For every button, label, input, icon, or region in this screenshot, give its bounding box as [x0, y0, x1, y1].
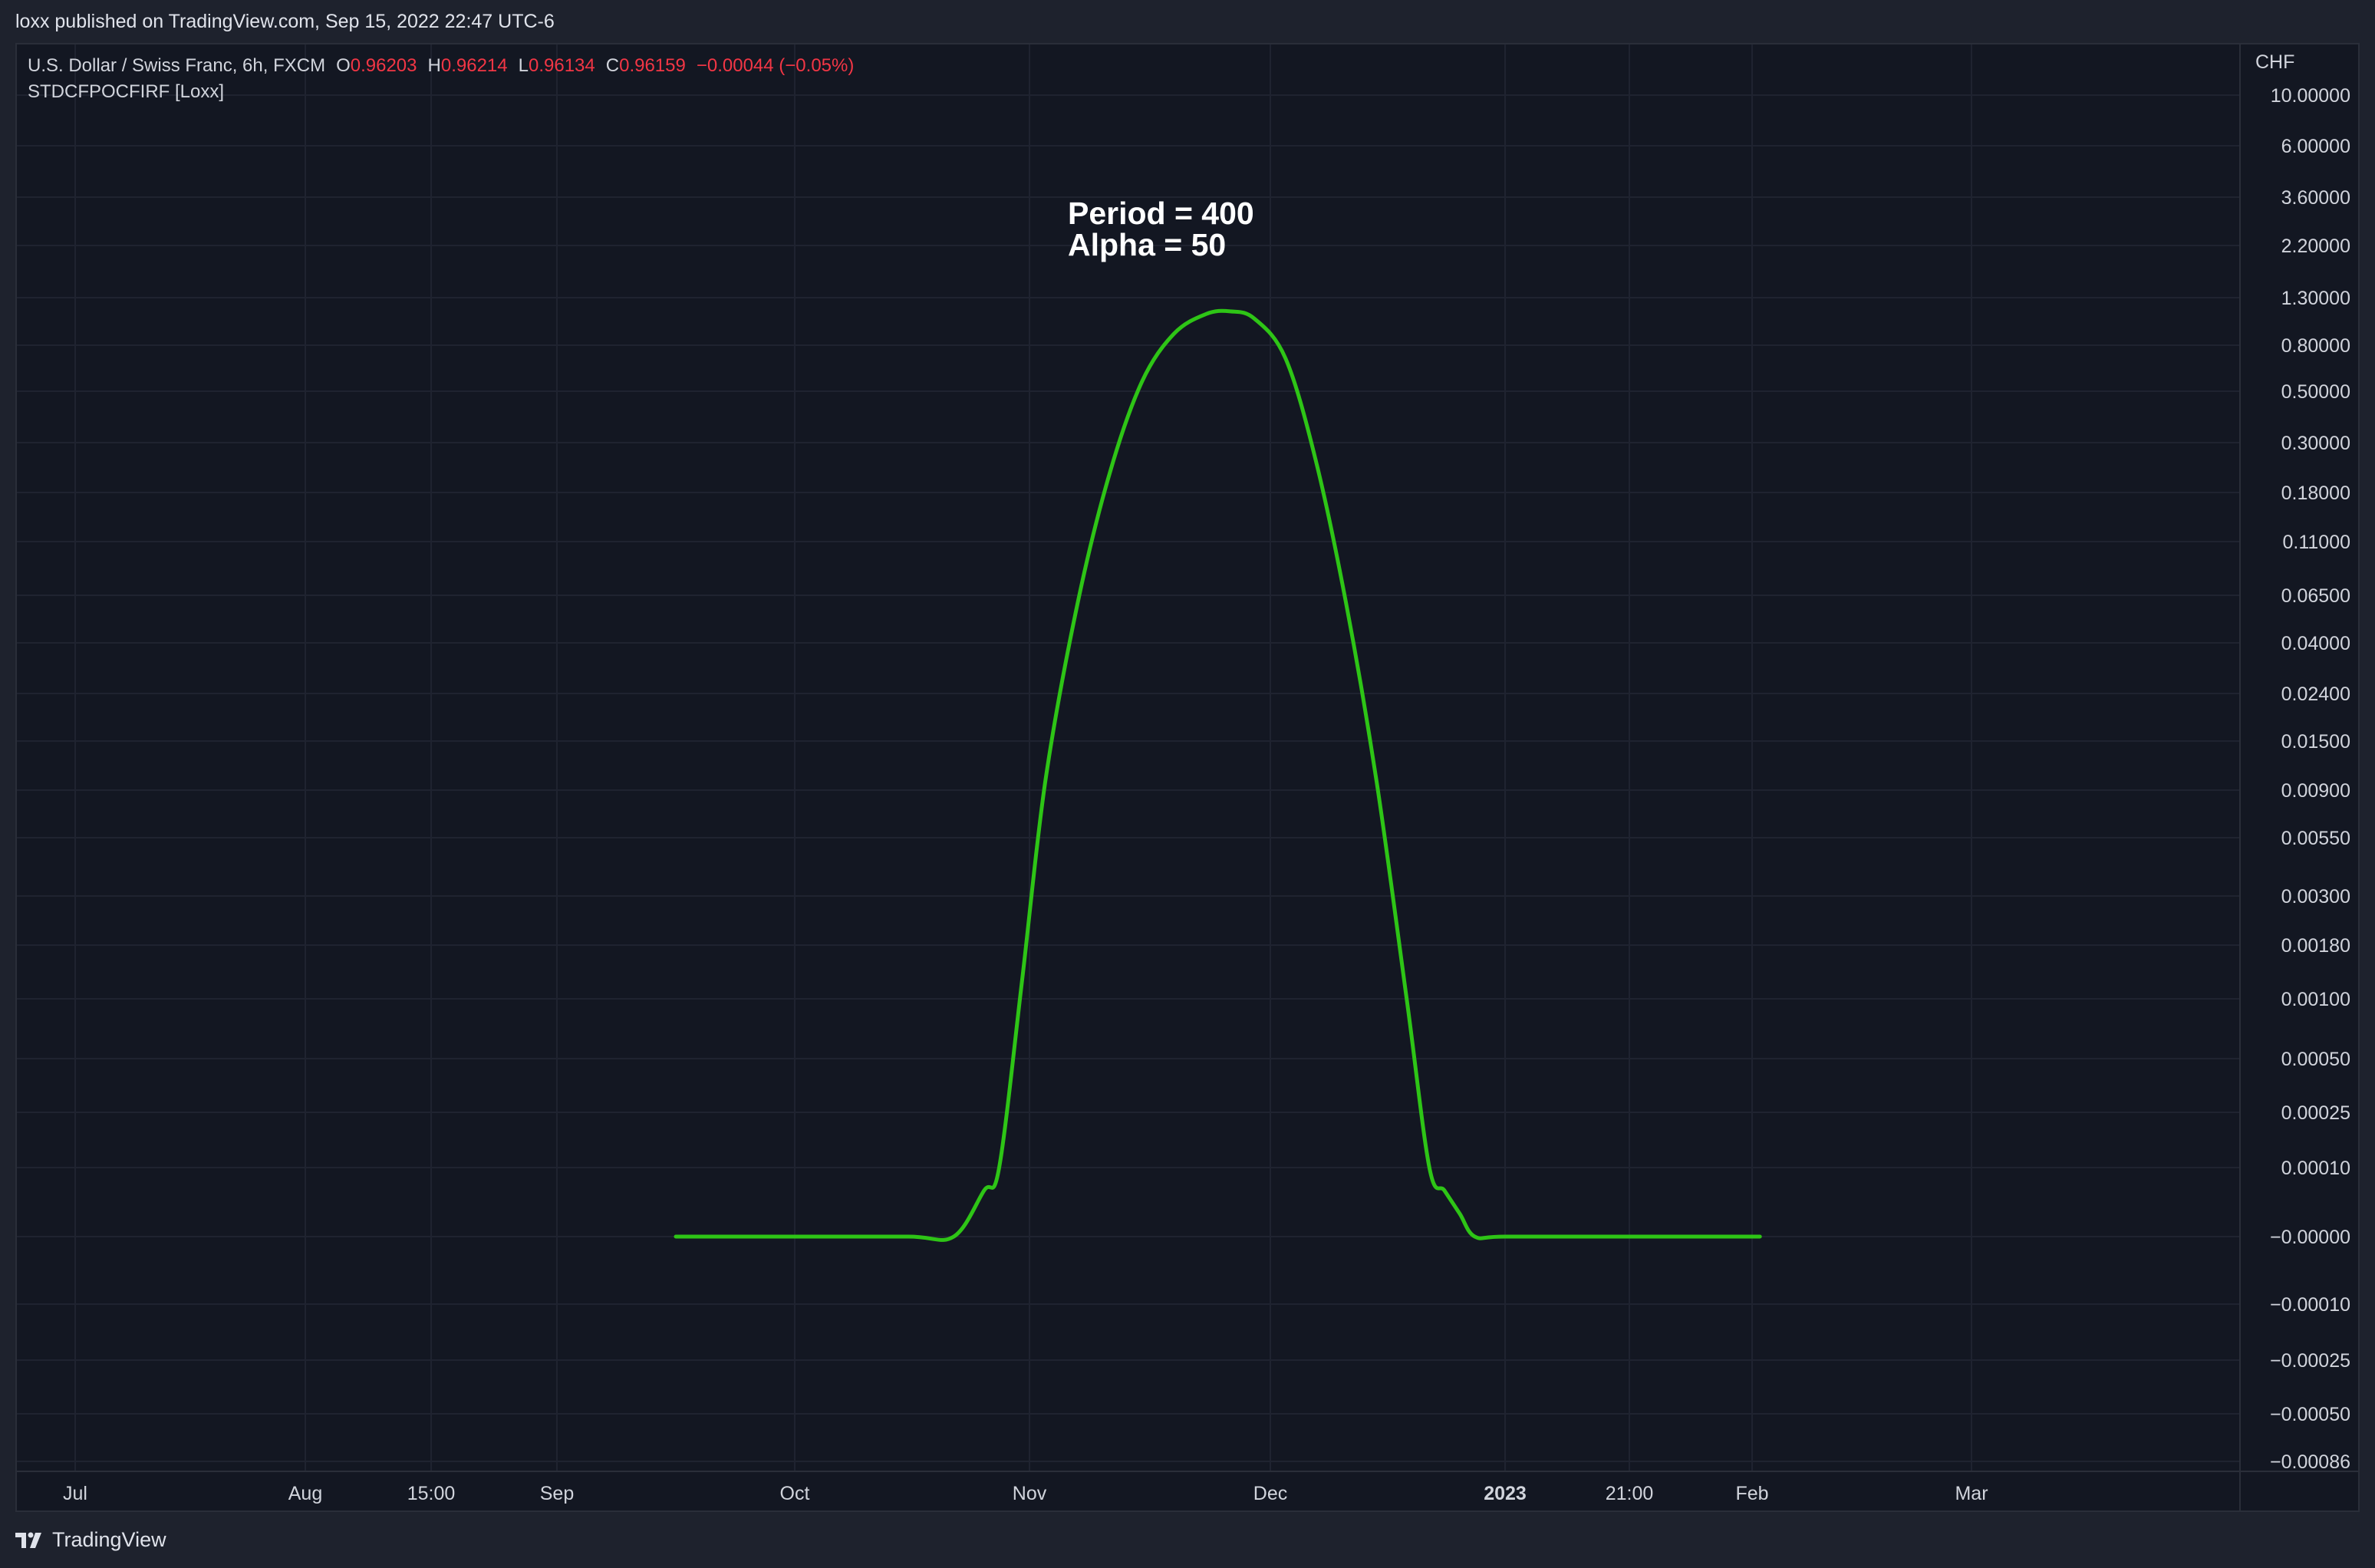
indicator-line	[674, 308, 1762, 1242]
low-value: 0.96134	[528, 55, 595, 76]
y-tick-label: 6.00000	[2281, 136, 2350, 157]
tradingview-logo[interactable]: TradingView	[15, 1528, 166, 1552]
y-tick-label: 0.30000	[2281, 433, 2350, 454]
high-value: 0.96214	[440, 55, 508, 76]
brand-name: TradingView	[52, 1528, 166, 1551]
footer-bar: TradingView	[0, 1519, 2375, 1568]
y-tick-label: 0.00100	[2281, 989, 2350, 1010]
x-tick-label: 2023	[1484, 1483, 1527, 1504]
y-tick-label: 0.00050	[2281, 1049, 2350, 1070]
y-tick-label: 3.60000	[2281, 187, 2350, 209]
tradingview-logo-icon	[15, 1532, 41, 1548]
y-tick-label: 0.04000	[2281, 633, 2350, 654]
annotation-period: Period = 400	[1068, 196, 1254, 231]
x-tick-label: Mar	[1955, 1483, 1988, 1504]
x-tick-label: Aug	[288, 1483, 322, 1504]
y-tick-label: −0.00086	[2270, 1451, 2350, 1473]
y-tick-label: 0.80000	[2281, 335, 2350, 357]
currency-label: CHF	[2255, 51, 2294, 73]
y-tick-label: −0.00025	[2270, 1350, 2350, 1372]
x-tick-label: Nov	[1013, 1483, 1047, 1504]
open-value: 0.96203	[350, 55, 417, 76]
indicator-legend[interactable]: STDCFPOCFIRF [Loxx]	[28, 81, 224, 103]
high-label: H	[427, 55, 441, 76]
change-value: −0.00044 (−0.05%)	[696, 55, 855, 76]
y-tick-label: 10.00000	[2271, 85, 2350, 107]
low-label: L	[518, 55, 529, 76]
y-tick-label: 0.01500	[2281, 731, 2350, 753]
close-value: 0.96159	[619, 55, 686, 76]
x-tick-label: Dec	[1253, 1483, 1287, 1504]
y-tick-label: 0.00025	[2281, 1102, 2350, 1124]
y-tick-label: 0.00300	[2281, 886, 2350, 908]
y-tick-label: −0.00050	[2270, 1404, 2350, 1425]
x-tick-label: Sep	[540, 1483, 574, 1504]
y-tick-label: 0.06500	[2281, 585, 2350, 607]
x-tick-label: 15:00	[407, 1483, 456, 1504]
y-tick-label: 0.00900	[2281, 780, 2350, 802]
y-tick-label: 0.00180	[2281, 935, 2350, 957]
y-tick-label: −0.00000	[2270, 1227, 2350, 1248]
y-tick-label: 0.50000	[2281, 381, 2350, 403]
annotation-alpha: Alpha = 50	[1068, 227, 1227, 262]
chart-annotation: Period = 400 Alpha = 50	[1068, 198, 1254, 261]
y-tick-label: 0.11000	[2282, 532, 2350, 553]
x-tick-label: 21:00	[1606, 1483, 1654, 1504]
y-tick-label: 0.18000	[2281, 483, 2350, 504]
x-tick-label: Jul	[63, 1483, 87, 1504]
symbol-name[interactable]: U.S. Dollar / Swiss Franc, 6h, FXCM	[28, 55, 325, 76]
y-tick-label: 0.02400	[2281, 684, 2350, 705]
y-tick-label: 2.20000	[2281, 236, 2350, 257]
y-tick-label: −0.00010	[2270, 1294, 2350, 1316]
y-tick-label: 0.00010	[2281, 1158, 2350, 1179]
y-tick-label: 1.30000	[2281, 288, 2350, 309]
x-tick-label: Oct	[780, 1483, 810, 1504]
y-tick-label: 0.00550	[2281, 828, 2350, 849]
x-tick-label: Feb	[1735, 1483, 1768, 1504]
close-label: C	[605, 55, 620, 76]
open-label: O	[336, 55, 351, 76]
symbol-legend: U.S. Dollar / Swiss Franc, 6h, FXCM O0.96…	[28, 55, 854, 77]
